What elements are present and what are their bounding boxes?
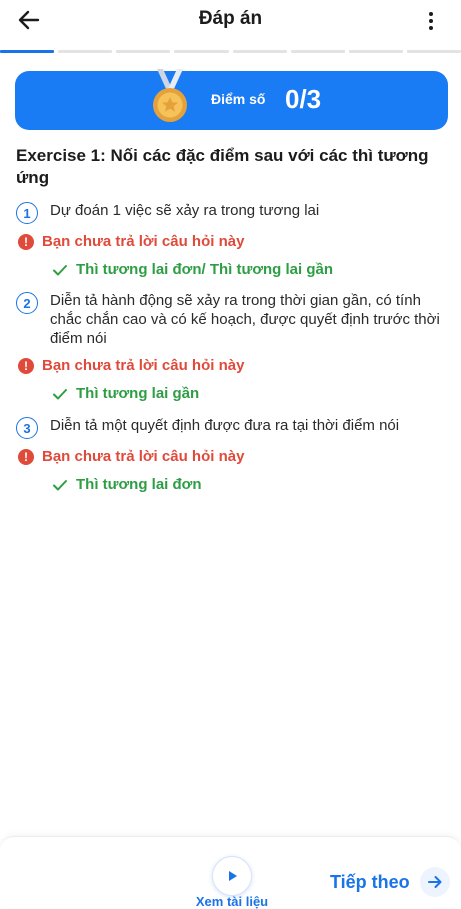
bottom-bar: Xem tài liệu Tiếp theo (0, 836, 461, 909)
unanswered-status: Bạn chưa trả lời câu hỏi này (42, 448, 245, 465)
question-item: 3 Diễn tả một quyết định được đưa ra tại… (16, 416, 446, 493)
progress-segment (58, 50, 113, 53)
page-title: Đáp án (198, 8, 263, 29)
progress-segment (0, 50, 55, 53)
question-number: 2 (16, 292, 38, 314)
check-icon (53, 479, 67, 490)
progress-segment (406, 50, 461, 53)
correct-answer: Thì tương lai đơn (76, 476, 202, 493)
medal-icon (153, 69, 187, 122)
play-icon (229, 871, 237, 881)
error-icon: ! (18, 357, 34, 374)
unanswered-status: Bạn chưa trả lời câu hỏi này (42, 233, 245, 250)
question-item: 1 Dự đoán 1 việc sẽ xảy ra trong tương l… (16, 201, 446, 278)
question-number: 1 (16, 202, 38, 224)
check-icon (53, 388, 67, 399)
progress-bar (0, 50, 461, 54)
score-value: 0/3 (285, 84, 322, 114)
progress-segment (116, 50, 171, 53)
correct-answer: Thì tương lai đơn/ Thì tương lai gần (76, 261, 334, 278)
question-text: Diễn tả hành động sẽ xảy ra trong thời g… (50, 292, 440, 347)
progress-segment (232, 50, 287, 53)
check-icon (53, 264, 67, 275)
progress-segment (348, 50, 403, 53)
question-number: 3 (16, 417, 38, 439)
exercise-title: Exercise 1: Nối các đặc điểm sau với các… (16, 146, 429, 187)
more-vertical-icon (429, 12, 433, 16)
unanswered-status: Bạn chưa trả lời câu hỏi này (42, 357, 245, 374)
score-banner: Điểm số 0/3 (15, 69, 448, 130)
progress-segment (174, 50, 229, 53)
next-button[interactable]: Tiếp theo (330, 867, 450, 897)
header-bar: Đáp án (0, 0, 461, 40)
error-icon: ! (18, 448, 34, 465)
correct-answer: Thì tương lai gần (76, 385, 200, 402)
view-document-button[interactable] (212, 856, 252, 896)
next-label: Tiếp theo (330, 871, 410, 892)
more-menu-button[interactable] (419, 8, 443, 34)
question-text: Diễn tả một quyết định được đưa ra tại t… (50, 417, 400, 434)
error-icon: ! (18, 233, 34, 250)
question-item: 2 Diễn tả hành động sẽ xảy ra trong thời… (16, 291, 446, 402)
question-text: Dự đoán 1 việc sẽ xảy ra trong tương lai (50, 202, 320, 219)
progress-segment (290, 50, 345, 53)
score-label: Điểm số (211, 91, 266, 107)
arrow-right-icon (419, 867, 450, 897)
